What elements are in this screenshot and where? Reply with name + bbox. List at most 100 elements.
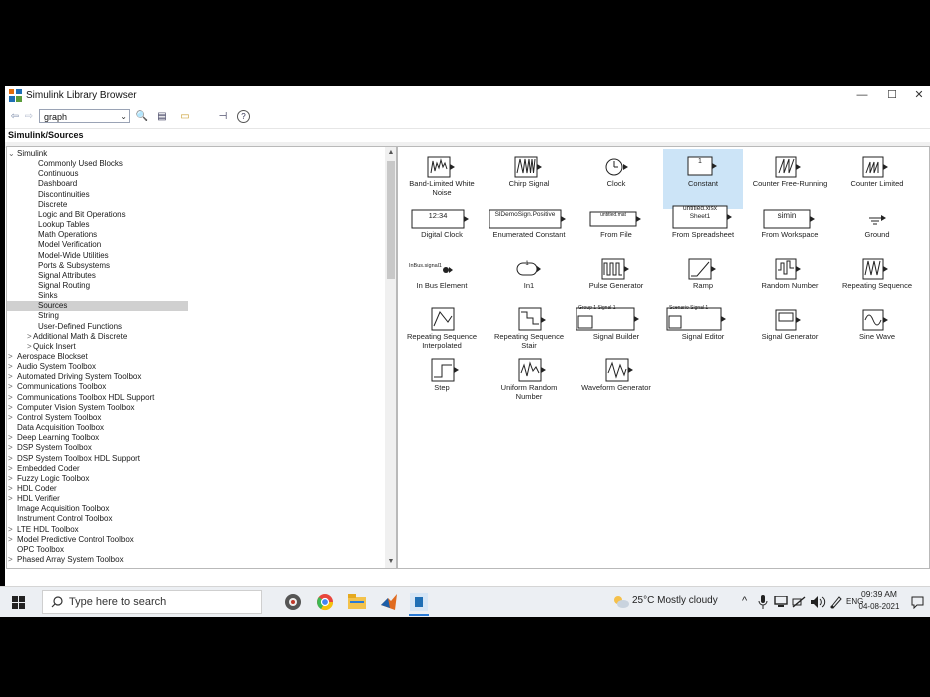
tree-item[interactable]: Control System Toolbox <box>7 413 101 423</box>
counter-free-running-icon <box>775 156 801 178</box>
tree-item[interactable]: Communications Toolbox HDL Support <box>7 393 154 403</box>
tree-item[interactable]: Computer Vision System Toolbox <box>7 403 135 413</box>
tree-item[interactable]: Automated Driving System Toolbox <box>7 372 141 382</box>
display-icon[interactable] <box>792 596 806 608</box>
block-label: In Bus Element <box>416 281 468 290</box>
close-button[interactable]: ✕ <box>902 86 930 106</box>
waveform-generator-icon <box>605 358 633 382</box>
uniform-random-number-icon <box>518 358 546 382</box>
tree-item[interactable]: HDL Coder <box>7 484 57 494</box>
file-explorer-icon[interactable] <box>348 594 366 609</box>
tree-item[interactable]: Data Acquisition Toolbox <box>7 423 104 433</box>
scroll-up-icon[interactable]: ▲ <box>385 147 396 159</box>
tree-item[interactable]: Simulink <box>7 149 47 159</box>
tree-item[interactable]: Model Verification <box>7 240 101 250</box>
tree-item[interactable]: Dashboard <box>7 179 77 189</box>
tree-item[interactable]: Additional Math & Discrete <box>7 332 127 342</box>
tree-scrollbar[interactable]: ▲ ▼ <box>385 147 396 568</box>
tree-item[interactable]: Image Acquisition Toolbox <box>7 504 109 514</box>
tree-item[interactable]: Signal Routing <box>7 281 90 291</box>
tree-item[interactable]: Discrete <box>7 200 67 210</box>
notifications-icon[interactable] <box>911 596 924 609</box>
scroll-down-icon[interactable]: ▼ <box>385 556 396 568</box>
taskbar-search-input[interactable]: Type here to search <box>42 590 262 614</box>
pin-icon[interactable]: ⊣ <box>217 109 229 124</box>
scrollbar-thumb[interactable] <box>387 161 395 279</box>
clock-date[interactable]: 04-08-2021 <box>857 602 901 611</box>
tree-item[interactable]: DSP System Toolbox <box>7 443 92 453</box>
search-input[interactable]: graph ⌄ <box>39 109 130 123</box>
block-waveform-generator[interactable]: Waveform Generator <box>576 353 656 413</box>
clock-time[interactable]: 09:39 AM <box>861 589 897 599</box>
tree-item[interactable]: Fuzzy Logic Toolbox <box>7 474 89 484</box>
tree-item[interactable]: Communications Toolbox <box>7 382 106 392</box>
tree-item[interactable]: Continuous <box>7 169 78 179</box>
windows-start-icon[interactable] <box>12 596 25 609</box>
tree-item[interactable]: Sources <box>7 301 188 312</box>
chrome-icon[interactable] <box>316 593 334 611</box>
block-label: Signal Builder <box>592 332 640 341</box>
back-arrow-icon[interactable]: ⇦ <box>9 109 21 124</box>
block-label: Digital Clock <box>421 230 463 239</box>
find-icon[interactable]: 🔍 <box>135 109 149 124</box>
minimize-button[interactable]: — <box>845 86 879 106</box>
block-uniform-random-number[interactable]: Uniform Random Number <box>489 353 569 413</box>
tree-item[interactable]: Deep Learning Toolbox <box>7 433 99 443</box>
title-bar: Simulink Library Browser — ☐ ✕ <box>5 86 930 106</box>
signal-generator-icon <box>775 309 801 331</box>
volume-icon[interactable] <box>810 595 826 609</box>
block-label: Enumerated Constant <box>492 230 566 239</box>
block-signal-generator[interactable]: Signal Generator <box>750 302 830 362</box>
help-icon[interactable]: ? <box>237 110 250 123</box>
weather-icon[interactable] <box>613 595 629 609</box>
block-signal-editor[interactable]: Scenario Signal 1 Signal Editor <box>663 302 743 362</box>
breadcrumb: Simulink/Sources <box>5 128 930 143</box>
tree-item[interactable]: String <box>7 311 59 321</box>
new-model-icon[interactable]: ▤ <box>155 109 169 124</box>
tree-item[interactable]: LTE HDL Toolbox <box>7 525 79 535</box>
tree-item[interactable]: HDL Verifier <box>7 494 60 504</box>
signal-editor-icon-text: Scenario Signal 1 <box>669 305 709 311</box>
tree-item[interactable]: Signal Attributes <box>7 271 96 281</box>
block-sine-wave[interactable]: Sine Wave <box>837 302 917 362</box>
tree-item[interactable]: Quick Insert <box>7 342 76 352</box>
tree-item[interactable]: Commonly Used Blocks <box>7 159 123 169</box>
forward-arrow-icon[interactable]: ⇨ <box>23 109 35 124</box>
pen-icon[interactable] <box>829 595 843 609</box>
tree-item[interactable]: DSP System Toolbox HDL Support <box>7 454 140 464</box>
tree-item[interactable]: Ports & Subsystems <box>7 261 110 271</box>
network-icon[interactable] <box>774 596 788 608</box>
weather-text[interactable]: 25°C Mostly cloudy <box>632 595 718 606</box>
block-label: Signal Generator <box>761 332 819 341</box>
app-settings-icon[interactable] <box>284 593 302 611</box>
tree-item[interactable]: Aerospace Blockset <box>7 352 88 362</box>
tree-item[interactable]: Phased Array System Toolbox <box>7 555 124 565</box>
tree-item[interactable]: Model Predictive Control Toolbox <box>7 535 134 545</box>
ramp-icon <box>688 258 716 280</box>
tree-item[interactable]: Math Operations <box>7 230 97 240</box>
tree-item[interactable]: User-Defined Functions <box>7 322 122 332</box>
tree-item[interactable]: Lookup Tables <box>7 220 89 230</box>
tree-item[interactable]: Model-Wide Utilities <box>7 251 109 261</box>
tree-item[interactable]: Sinks <box>7 291 58 301</box>
block-grid: Band-Limited White Noise Chirp Signal Cloc… <box>397 146 930 569</box>
tree-item[interactable]: OPC Toolbox <box>7 545 64 555</box>
matlab-icon[interactable] <box>380 593 398 611</box>
microphone-icon[interactable] <box>757 595 769 609</box>
tree-item[interactable]: Embedded Coder <box>7 464 80 474</box>
tree-item[interactable]: Audio System Toolbox <box>7 362 96 372</box>
tree-item[interactable]: Discontinuities <box>7 190 90 200</box>
random-number-icon <box>775 258 801 280</box>
open-folder-icon[interactable]: ▭ <box>178 109 192 124</box>
simulink-taskbar-icon[interactable] <box>410 593 428 611</box>
enumerated-constant-icon <box>489 209 566 229</box>
block-label: Step <box>434 383 450 392</box>
block-label: Sine Wave <box>859 332 895 341</box>
tree-item[interactable]: Instrument Control Toolbox <box>7 514 112 524</box>
from-workspace-icon-text: simin <box>777 211 797 220</box>
tree-item[interactable]: Logic and Bit Operations <box>7 210 126 220</box>
block-label: Repeating Sequence <box>841 281 913 290</box>
chevron-down-icon[interactable]: ⌄ <box>120 110 127 124</box>
tray-chevron-up-icon[interactable]: ^ <box>742 595 747 607</box>
block-step[interactable]: Step <box>402 353 482 413</box>
